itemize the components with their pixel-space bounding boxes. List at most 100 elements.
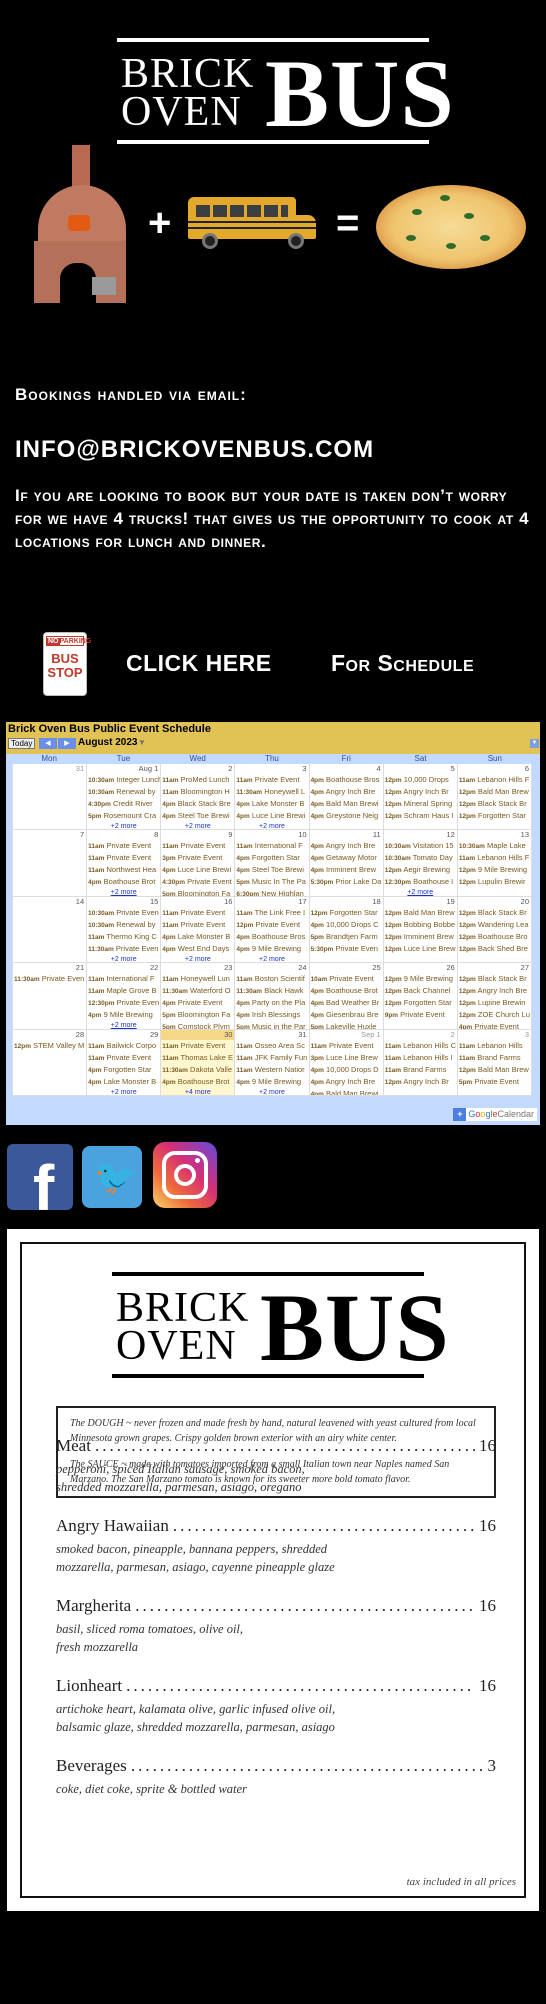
calendar-day-cell[interactable]: 2 11am Lebanon Hills C 11am Lebanon Hills …: [383, 1029, 458, 1096]
day-number[interactable]: 2: [228, 764, 232, 774]
calendar-event[interactable]: 11am Private Event: [235, 774, 308, 786]
calendar-event[interactable]: 4pm Forgotten Star: [87, 1064, 160, 1076]
day-number[interactable]: 11: [373, 830, 381, 840]
more-events-link[interactable]: +2 more: [235, 955, 308, 962]
day-number[interactable]: 24: [298, 963, 306, 973]
calendar-event[interactable]: 4pm Lake Monster B: [161, 931, 234, 943]
calendar-day-cell[interactable]: Aug 1 10:30am Integer Lunch 10:30am Renewa…: [87, 764, 162, 831]
calendar-event[interactable]: 11am International F: [235, 840, 308, 852]
day-number[interactable]: Sep 1: [361, 1030, 381, 1040]
calendar-event[interactable]: 11am Private Event: [161, 919, 234, 931]
day-number[interactable]: 12: [447, 830, 455, 840]
calendar-event[interactable]: 5:30pm Prior Lake Da: [310, 876, 383, 888]
calendar-day-cell[interactable]: Sep 1 11am Private Event 3pm Luce Line Bre…: [309, 1029, 384, 1096]
calendar-event[interactable]: 11am Northwest Hea: [87, 864, 160, 876]
day-number[interactable]: 20: [521, 897, 529, 907]
calendar-event[interactable]: 11am Private Event: [161, 840, 234, 852]
calendar-event[interactable]: 4pm Giesenbrau Bre: [310, 1009, 383, 1021]
more-events-link[interactable]: +2 more: [161, 822, 234, 829]
calendar-event[interactable]: 12pm Wandering Lea: [458, 919, 531, 931]
calendar-event[interactable]: 4pm Bad Weather Br: [310, 997, 383, 1009]
calendar-event[interactable]: 5pm Brandtjen Farm: [310, 931, 383, 943]
calendar-event[interactable]: 6:30pm New Highlan: [235, 888, 308, 895]
calendar-day-cell[interactable]: 31 11am Osseo Area Sc 11am JFK Family Fun 1…: [235, 1029, 310, 1096]
day-number[interactable]: 21: [76, 963, 84, 973]
day-number[interactable]: 6: [525, 764, 529, 774]
calendar-day-cell[interactable]: 3 11am Lebanon Hills 11am Brand Farms 12pm …: [457, 1029, 532, 1096]
calendar-event[interactable]: 12pm Bald Man Brew: [458, 786, 531, 798]
calendar-day-cell[interactable]: 16 11am Private Event 11am Private Event 4p…: [161, 896, 236, 964]
calendar-event[interactable]: 4pm Bald Man Brewi: [310, 1088, 383, 1095]
calendar-event[interactable]: 11am Private Event: [87, 1052, 160, 1064]
calendar-event[interactable]: 11:30am Private Even: [13, 973, 86, 985]
calendar-day-cell[interactable]: 2 11am ProMed Lunch 11am Bloomington H 4pm …: [161, 764, 236, 831]
calendar-day-cell[interactable]: 3 11am Private Event 11:30am Honeywell L 4p…: [235, 764, 310, 831]
day-number[interactable]: 3: [525, 1030, 529, 1040]
calendar-event[interactable]: 9pm Private Event: [384, 1009, 457, 1021]
calendar-event[interactable]: 11:30am Black Hawk: [235, 985, 308, 997]
day-number[interactable]: 25: [372, 963, 380, 973]
calendar-event[interactable]: 4pm Getaway Motor: [310, 852, 383, 864]
calendar-event[interactable]: 4pm 10,000 Drops C: [310, 919, 383, 931]
day-number[interactable]: 7: [80, 830, 84, 840]
calendar-event[interactable]: 5pm Lakeville Huxle: [310, 1021, 383, 1028]
calendar-event[interactable]: 10:30am Renewal by: [87, 919, 160, 931]
day-number[interactable]: 17: [298, 897, 306, 907]
calendar-day-cell[interactable]: 11 4pm Angry Inch Bre 4pm Getaway Motor 4pm…: [309, 830, 384, 897]
more-events-link[interactable]: +2 more: [87, 1088, 160, 1095]
calendar-event[interactable]: 5pm Bloomington Fa: [161, 888, 234, 895]
calendar-event[interactable]: 12pm Forgotten Star: [458, 810, 531, 822]
calendar-event[interactable]: 10:30am Private Even: [87, 907, 160, 919]
day-number[interactable]: 8: [154, 830, 158, 840]
calendar-event[interactable]: 12pm Private Event: [235, 919, 308, 931]
calendar-event[interactable]: 11am ProMed Lunch: [161, 774, 234, 786]
calendar-day-cell[interactable]: 21 11:30am Private Even: [13, 963, 88, 1030]
calendar-event[interactable]: 11am Thermo King C: [87, 931, 160, 943]
calendar-day-cell[interactable]: 7: [13, 830, 88, 897]
day-number[interactable]: 16: [224, 897, 232, 907]
calendar-day-cell[interactable]: 29 11am Bailwick Corpo 11am Private Event 4…: [87, 1029, 162, 1096]
calendar-event[interactable]: 11am Private Event: [87, 840, 160, 852]
calendar-day-cell[interactable]: 31: [13, 764, 88, 831]
calendar-day-cell[interactable]: 10 11am International F 4pm Forgotten Star…: [235, 830, 310, 897]
calendar-event[interactable]: 11am Bailwick Corpo: [87, 1040, 160, 1052]
calendar-event[interactable]: 12pm Back Shed Bre: [458, 943, 531, 955]
calendar-event[interactable]: 4pm Angry Inch Bre: [310, 786, 383, 798]
month-label[interactable]: August 2023: [78, 737, 137, 748]
more-events-link[interactable]: +2 more: [87, 888, 160, 895]
calendar-event[interactable]: 12pm Angry Inch Br: [384, 1076, 457, 1088]
calendar-event[interactable]: 4pm Private Event: [458, 1021, 531, 1028]
calendar-event[interactable]: 4pm Lake Monster B: [87, 1076, 160, 1088]
calendar-event[interactable]: 11am Private Event: [161, 1040, 234, 1052]
calendar-event[interactable]: 12pm Black Stack Br: [458, 798, 531, 810]
google-calendar-button[interactable]: + GoogleCalendar: [453, 1108, 537, 1121]
calendar-event[interactable]: 12pm Boathouse Bro: [458, 931, 531, 943]
calendar-event[interactable]: 4pm Steel Toe Brewi: [235, 864, 308, 876]
calendar-event[interactable]: 12pm Mineral Spring: [384, 798, 457, 810]
calendar-event[interactable]: 11:30am Dakota Valle: [161, 1064, 234, 1076]
calendar-event[interactable]: 11am Boston Scientif: [235, 973, 308, 985]
day-number[interactable]: 5: [451, 764, 455, 774]
calendar-event[interactable]: 12pm ZOE Church Lu: [458, 1009, 531, 1021]
calendar-day-cell[interactable]: 8 11am Private Event 11am Private Event 11a…: [87, 830, 162, 897]
calendar-event[interactable]: 12pm STEM Valley M: [13, 1040, 86, 1052]
calendar-event[interactable]: 3pm Private Event: [161, 852, 234, 864]
calendar-event[interactable]: 12pm Lupine Brewin: [458, 997, 531, 1009]
calendar-event[interactable]: 10:30am Visitation 15: [384, 840, 457, 852]
calendar-event[interactable]: 12pm Angry Inch Bre: [458, 985, 531, 997]
more-events-link[interactable]: +2 more: [87, 1021, 160, 1028]
more-events-link[interactable]: +2 more: [235, 1088, 308, 1095]
calendar-event[interactable]: 11am The Link Free I: [235, 907, 308, 919]
instagram-icon[interactable]: [153, 1142, 217, 1208]
day-number[interactable]: 14: [76, 897, 84, 907]
calendar-event[interactable]: 12pm Black Stack Br: [458, 973, 531, 985]
calendar-event[interactable]: 4pm Imminent Brew: [310, 864, 383, 876]
calendar-event[interactable]: 12pm Forgotten Star: [310, 907, 383, 919]
click-here-link[interactable]: CLICK HERE: [126, 650, 272, 677]
more-events-link[interactable]: +2 more: [161, 955, 234, 962]
calendar-event[interactable]: 12pm 9 Mile Brewing: [384, 973, 457, 985]
calendar-day-cell[interactable]: 13 10:30am Maple Lake 11am Lebanon Hills F…: [457, 830, 532, 897]
calendar-day-cell[interactable]: 22 11am International F 11am Maple Grove B…: [87, 963, 162, 1030]
calendar-event[interactable]: 11am Lebanon Hills I: [384, 1052, 457, 1064]
calendar-day-cell[interactable]: 12 10:30am Visitation 15 10:30am Tomato Da…: [383, 830, 458, 897]
